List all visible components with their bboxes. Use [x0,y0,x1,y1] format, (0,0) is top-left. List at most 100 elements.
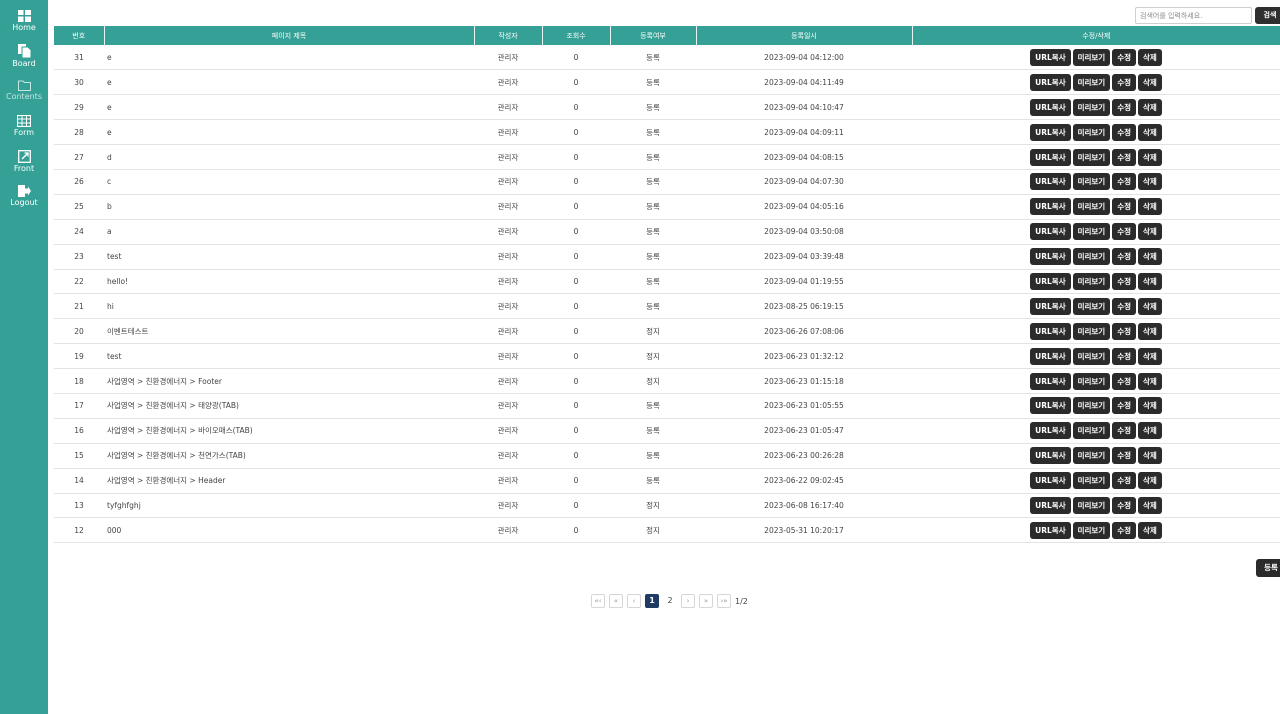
cell-date: 2023-06-23 00:26:28 [696,443,912,469]
sidebar-item-contents[interactable]: Contents [0,80,48,114]
preview-button[interactable]: 미리보기 [1072,347,1111,365]
delete-button[interactable]: 삭제 [1138,272,1162,290]
edit-button[interactable]: 수정 [1112,521,1137,539]
sidebar-item-front[interactable]: Front [0,150,48,184]
preview-button[interactable]: 미리보기 [1072,272,1111,290]
delete-button[interactable]: 삭제 [1138,123,1162,141]
copy-url-button[interactable]: URL복사 [1030,48,1071,66]
search-input[interactable] [1135,7,1252,24]
copy-url-button[interactable]: URL복사 [1030,372,1071,390]
prev-page-button[interactable]: ‹ [627,594,641,608]
edit-button[interactable]: 수정 [1112,272,1137,290]
last-page-button[interactable]: ›» [717,594,731,608]
page-2-button[interactable]: 2 [663,594,677,608]
edit-button[interactable]: 수정 [1112,198,1137,216]
copy-url-button[interactable]: URL복사 [1030,98,1071,116]
edit-button[interactable]: 수정 [1112,248,1137,266]
cell-number: 13 [54,493,104,519]
preview-button[interactable]: 미리보기 [1072,248,1111,266]
delete-button[interactable]: 삭제 [1138,223,1162,241]
copy-url-button[interactable]: URL복사 [1030,173,1071,191]
edit-button[interactable]: 수정 [1112,73,1137,91]
edit-button[interactable]: 수정 [1112,472,1137,490]
preview-button[interactable]: 미리보기 [1072,173,1111,191]
delete-button[interactable]: 삭제 [1138,347,1162,365]
sidebar-item-form[interactable]: Form [0,115,48,149]
delete-button[interactable]: 삭제 [1138,422,1162,440]
edit-button[interactable]: 수정 [1112,347,1137,365]
preview-button[interactable]: 미리보기 [1072,48,1111,66]
preview-button[interactable]: 미리보기 [1072,472,1111,490]
copy-url-button[interactable]: URL복사 [1030,248,1071,266]
delete-button[interactable]: 삭제 [1138,496,1162,514]
copy-url-button[interactable]: URL복사 [1030,347,1071,365]
cell-status: 등록 [610,144,696,170]
next-block-button[interactable]: » [699,594,713,608]
copy-url-button[interactable]: URL복사 [1030,123,1071,141]
delete-button[interactable]: 삭제 [1138,397,1162,415]
edit-button[interactable]: 수정 [1112,397,1137,415]
preview-button[interactable]: 미리보기 [1072,322,1111,340]
copy-url-button[interactable]: URL복사 [1030,472,1071,490]
delete-button[interactable]: 삭제 [1138,198,1162,216]
preview-button[interactable]: 미리보기 [1072,98,1111,116]
copy-url-button[interactable]: URL복사 [1030,297,1071,315]
prev-block-button[interactable]: « [609,594,623,608]
preview-button[interactable]: 미리보기 [1072,198,1111,216]
delete-button[interactable]: 삭제 [1138,98,1162,116]
edit-button[interactable]: 수정 [1112,422,1137,440]
sidebar-item-home[interactable]: Home [0,10,48,44]
edit-button[interactable]: 수정 [1112,322,1137,340]
preview-button[interactable]: 미리보기 [1072,73,1111,91]
delete-button[interactable]: 삭제 [1138,472,1162,490]
preview-button[interactable]: 미리보기 [1072,422,1111,440]
copy-url-button[interactable]: URL복사 [1030,73,1071,91]
sidebar-item-board[interactable]: Board [0,44,48,78]
delete-button[interactable]: 삭제 [1138,297,1162,315]
edit-button[interactable]: 수정 [1112,372,1137,390]
preview-button[interactable]: 미리보기 [1072,521,1111,539]
sidebar-item-logout[interactable]: Logout [0,185,48,219]
delete-button[interactable]: 삭제 [1138,48,1162,66]
next-page-button[interactable]: › [681,594,695,608]
copy-url-button[interactable]: URL복사 [1030,397,1071,415]
edit-button[interactable]: 수정 [1112,123,1137,141]
first-page-button[interactable]: «‹ [591,594,605,608]
preview-button[interactable]: 미리보기 [1072,447,1111,465]
copy-url-button[interactable]: URL복사 [1030,272,1071,290]
delete-button[interactable]: 삭제 [1138,73,1162,91]
delete-button[interactable]: 삭제 [1138,248,1162,266]
edit-button[interactable]: 수정 [1112,173,1137,191]
preview-button[interactable]: 미리보기 [1072,223,1111,241]
preview-button[interactable]: 미리보기 [1072,123,1111,141]
delete-button[interactable]: 삭제 [1138,447,1162,465]
copy-url-button[interactable]: URL복사 [1030,148,1071,166]
delete-button[interactable]: 삭제 [1138,521,1162,539]
preview-button[interactable]: 미리보기 [1072,496,1111,514]
preview-button[interactable]: 미리보기 [1072,148,1111,166]
edit-button[interactable]: 수정 [1112,148,1137,166]
edit-button[interactable]: 수정 [1112,496,1137,514]
preview-button[interactable]: 미리보기 [1072,372,1111,390]
edit-button[interactable]: 수정 [1112,98,1137,116]
copy-url-button[interactable]: URL복사 [1030,322,1071,340]
edit-button[interactable]: 수정 [1112,223,1137,241]
search-button[interactable]: 검색 [1255,7,1280,24]
delete-button[interactable]: 삭제 [1138,322,1162,340]
copy-url-button[interactable]: URL복사 [1030,521,1071,539]
delete-button[interactable]: 삭제 [1138,148,1162,166]
preview-button[interactable]: 미리보기 [1072,297,1111,315]
preview-button[interactable]: 미리보기 [1072,397,1111,415]
page-1-button[interactable]: 1 [645,594,659,608]
register-button[interactable]: 등록 [1256,559,1280,577]
delete-button[interactable]: 삭제 [1138,173,1162,191]
edit-button[interactable]: 수정 [1112,447,1137,465]
edit-button[interactable]: 수정 [1112,297,1137,315]
copy-url-button[interactable]: URL복사 [1030,447,1071,465]
copy-url-button[interactable]: URL복사 [1030,198,1071,216]
copy-url-button[interactable]: URL복사 [1030,223,1071,241]
copy-url-button[interactable]: URL복사 [1030,496,1071,514]
delete-button[interactable]: 삭제 [1138,372,1162,390]
copy-url-button[interactable]: URL복사 [1030,422,1071,440]
edit-button[interactable]: 수정 [1112,48,1137,66]
